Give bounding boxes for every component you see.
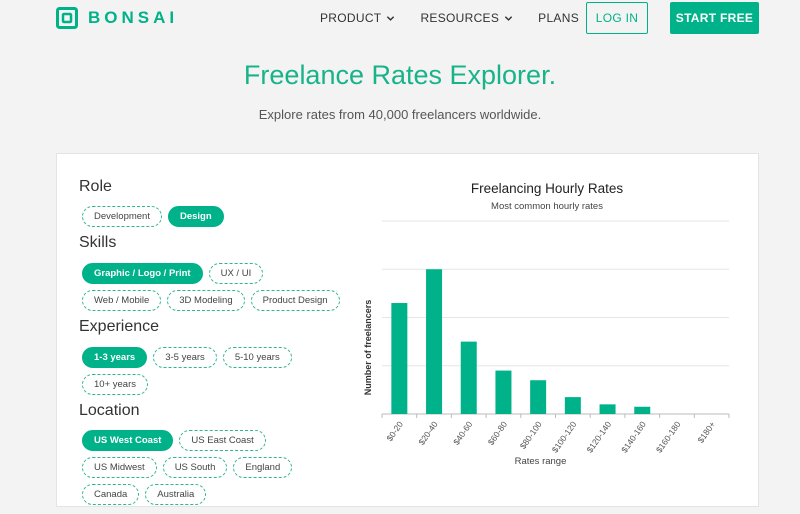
location-option-australia[interactable]: Australia [145, 484, 207, 505]
x-axis-label: Rates range [515, 456, 567, 467]
x-tick-label: $140-160 [619, 419, 648, 454]
bar-$100-120 [564, 397, 581, 414]
chart-subtitle: Most common hourly rates [491, 201, 603, 212]
page-subtitle: Explore rates from 40,000 freelancers wo… [258, 107, 542, 122]
nav-resources[interactable]: RESOURCES [420, 11, 513, 25]
hourly-rates-chart: $0-20 $20-40 $40-60 $60-80 $80-100 $100-120 $1… [363, 220, 730, 467]
bar-$40-60 [460, 341, 477, 414]
experience-option-3-5[interactable]: 3-5 years [153, 347, 217, 368]
bar-$0-20 [391, 303, 408, 414]
bar-$120-140 [599, 404, 616, 414]
nav-resources-label: RESOURCES [420, 11, 500, 25]
skill-option-product-design[interactable]: Product Design [250, 290, 340, 311]
skills-options: Graphic / Logo / Print UX / UI Web / Mob… [82, 263, 352, 317]
nav-product-label: PRODUCT [320, 11, 382, 25]
skill-option-graphic[interactable]: Graphic / Logo / Print [82, 263, 203, 284]
x-tick-label: $160-180 [654, 419, 683, 454]
skill-option-web-mobile[interactable]: Web / Mobile [82, 290, 162, 311]
bar-$20-40 [426, 269, 443, 414]
top-navbar: BONSAI PRODUCT RESOURCES PLANS LOG IN ST… [0, 0, 800, 36]
bonsai-logo-icon [56, 7, 78, 29]
page-title: Freelance Rates Explorer. [243, 60, 557, 90]
location-option-england[interactable]: England [233, 457, 293, 478]
x-tick-label: $20-40 [416, 419, 440, 447]
experience-option-1-3[interactable]: 1-3 years [82, 347, 148, 368]
brand-name: BONSAI [88, 8, 179, 27]
experience-options: 1-3 years 3-5 years 5-10 years 10+ years [82, 347, 352, 401]
role-heading: Role [79, 178, 112, 195]
experience-option-5-10[interactable]: 5-10 years [222, 347, 292, 368]
skill-option-ux-ui[interactable]: UX / UI [208, 263, 264, 284]
x-tick-label: $0-20 [384, 419, 405, 443]
role-option-design[interactable]: Design [167, 206, 224, 227]
chart-title: Freelancing Hourly Rates [470, 181, 624, 196]
skills-heading: Skills [79, 234, 117, 251]
x-tick-label: $80-100 [518, 419, 544, 451]
chevron-down-icon [504, 15, 513, 21]
x-tick-label: $60-80 [486, 419, 510, 447]
x-tick-label: $120-140 [584, 419, 613, 454]
nav-plans[interactable]: PLANS [538, 11, 579, 25]
bar-$140-160 [634, 406, 651, 414]
main-nav: PRODUCT RESOURCES PLANS [320, 11, 604, 25]
location-option-us-east[interactable]: US East Coast [179, 430, 266, 451]
skill-option-3d-modeling[interactable]: 3D Modeling [167, 290, 245, 311]
nav-product[interactable]: PRODUCT [320, 11, 395, 25]
x-tick-label: $40-60 [451, 419, 475, 447]
bar-$60-80 [495, 370, 512, 414]
brand-logo[interactable]: BONSAI [56, 7, 178, 29]
login-button[interactable]: LOG IN [586, 2, 648, 34]
rates-explorer-card: Role Development Design Skills Graphic /… [56, 153, 759, 507]
x-tick-label: $100-120 [550, 419, 579, 454]
y-axis-label: Number of freelancers [363, 300, 373, 396]
location-heading: Location [79, 402, 140, 419]
location-option-us-south[interactable]: US South [162, 457, 228, 478]
role-options: Development Design [82, 206, 352, 233]
chevron-down-icon [387, 15, 395, 21]
experience-heading: Experience [79, 318, 160, 335]
bar-$80-100 [530, 380, 547, 414]
start-free-button[interactable]: START FREE [670, 2, 759, 34]
experience-option-10-plus[interactable]: 10+ years [82, 374, 148, 395]
location-option-us-midwest[interactable]: US Midwest [82, 457, 157, 478]
nav-plans-label: PLANS [538, 11, 580, 25]
role-option-development[interactable]: Development [82, 206, 162, 227]
location-option-us-west[interactable]: US West Coast [82, 430, 174, 451]
x-tick-label: $180+ [695, 419, 717, 444]
location-option-canada[interactable]: Canada [82, 484, 140, 505]
location-options: US West Coast US East Coast US Midwest U… [82, 430, 352, 511]
